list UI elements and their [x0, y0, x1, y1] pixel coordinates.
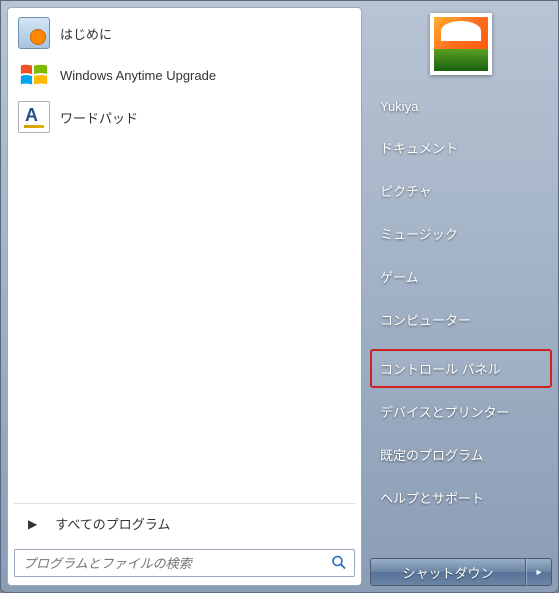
right-item-label: ゲーム [380, 270, 419, 285]
username-item[interactable]: Yukiya [370, 89, 552, 124]
right-item-label: コンピューター [380, 313, 471, 328]
right-menu-list: Yukiya ドキュメント ピクチャ ミュージック ゲーム コンピューター コン… [370, 89, 552, 554]
all-programs-label: すべてのプログラム [55, 514, 170, 533]
right-item-computer[interactable]: コンピューター [370, 300, 552, 339]
getting-started-icon [18, 17, 50, 49]
right-item-label: コントロール パネル [380, 362, 501, 377]
right-item-label: ピクチャ [380, 184, 432, 199]
right-item-documents[interactable]: ドキュメント [370, 128, 552, 167]
right-item-label: ヘルプとサポート [380, 491, 484, 506]
right-item-label: 既定のプログラム [380, 448, 484, 463]
program-label: はじめに [60, 24, 112, 43]
all-programs-button[interactable]: ▶ すべてのプログラム [14, 503, 355, 543]
right-item-help-support[interactable]: ヘルプとサポート [370, 478, 552, 517]
program-item-anytime-upgrade[interactable]: Windows Anytime Upgrade [12, 54, 357, 96]
user-picture[interactable] [430, 13, 492, 75]
arrow-right-icon: ▶ [28, 517, 37, 531]
username-label: Yukiya [380, 99, 418, 114]
right-item-label: ドキュメント [380, 141, 458, 156]
windows-flag-icon [18, 59, 50, 91]
program-item-wordpad[interactable]: ワードパッド [12, 96, 357, 138]
right-pane: Yukiya ドキュメント ピクチャ ミュージック ゲーム コンピューター コン… [362, 1, 558, 592]
right-item-games[interactable]: ゲーム [370, 257, 552, 296]
chevron-right-icon: ▸ [536, 567, 541, 578]
start-menu: はじめに Windows Anytime Upgrade ワードパッド [0, 0, 559, 593]
right-item-control-panel[interactable]: コントロール パネル [370, 349, 552, 388]
right-item-music[interactable]: ミュージック [370, 214, 552, 253]
wordpad-icon [18, 101, 50, 133]
program-list: はじめに Windows Anytime Upgrade ワードパッド [8, 8, 361, 503]
flower-image-icon [434, 17, 488, 71]
right-item-label: デバイスとプリンター [380, 405, 510, 420]
search-input[interactable] [14, 549, 355, 577]
left-pane: はじめに Windows Anytime Upgrade ワードパッド [7, 7, 362, 586]
shutdown-button[interactable]: シャットダウン [370, 558, 526, 586]
right-item-devices-printers[interactable]: デバイスとプリンター [370, 392, 552, 431]
shutdown-label: シャットダウン [402, 563, 493, 582]
program-item-getting-started[interactable]: はじめに [12, 12, 357, 54]
right-item-pictures[interactable]: ピクチャ [370, 171, 552, 210]
program-label: ワードパッド [60, 108, 138, 127]
search-box-container [8, 543, 361, 585]
user-picture-container [370, 7, 552, 89]
program-label: Windows Anytime Upgrade [60, 68, 216, 83]
right-item-default-programs[interactable]: 既定のプログラム [370, 435, 552, 474]
shutdown-row: シャットダウン ▸ [370, 554, 552, 586]
right-item-label: ミュージック [380, 227, 458, 242]
search-icon [331, 555, 347, 574]
shutdown-options-button[interactable]: ▸ [526, 558, 552, 586]
